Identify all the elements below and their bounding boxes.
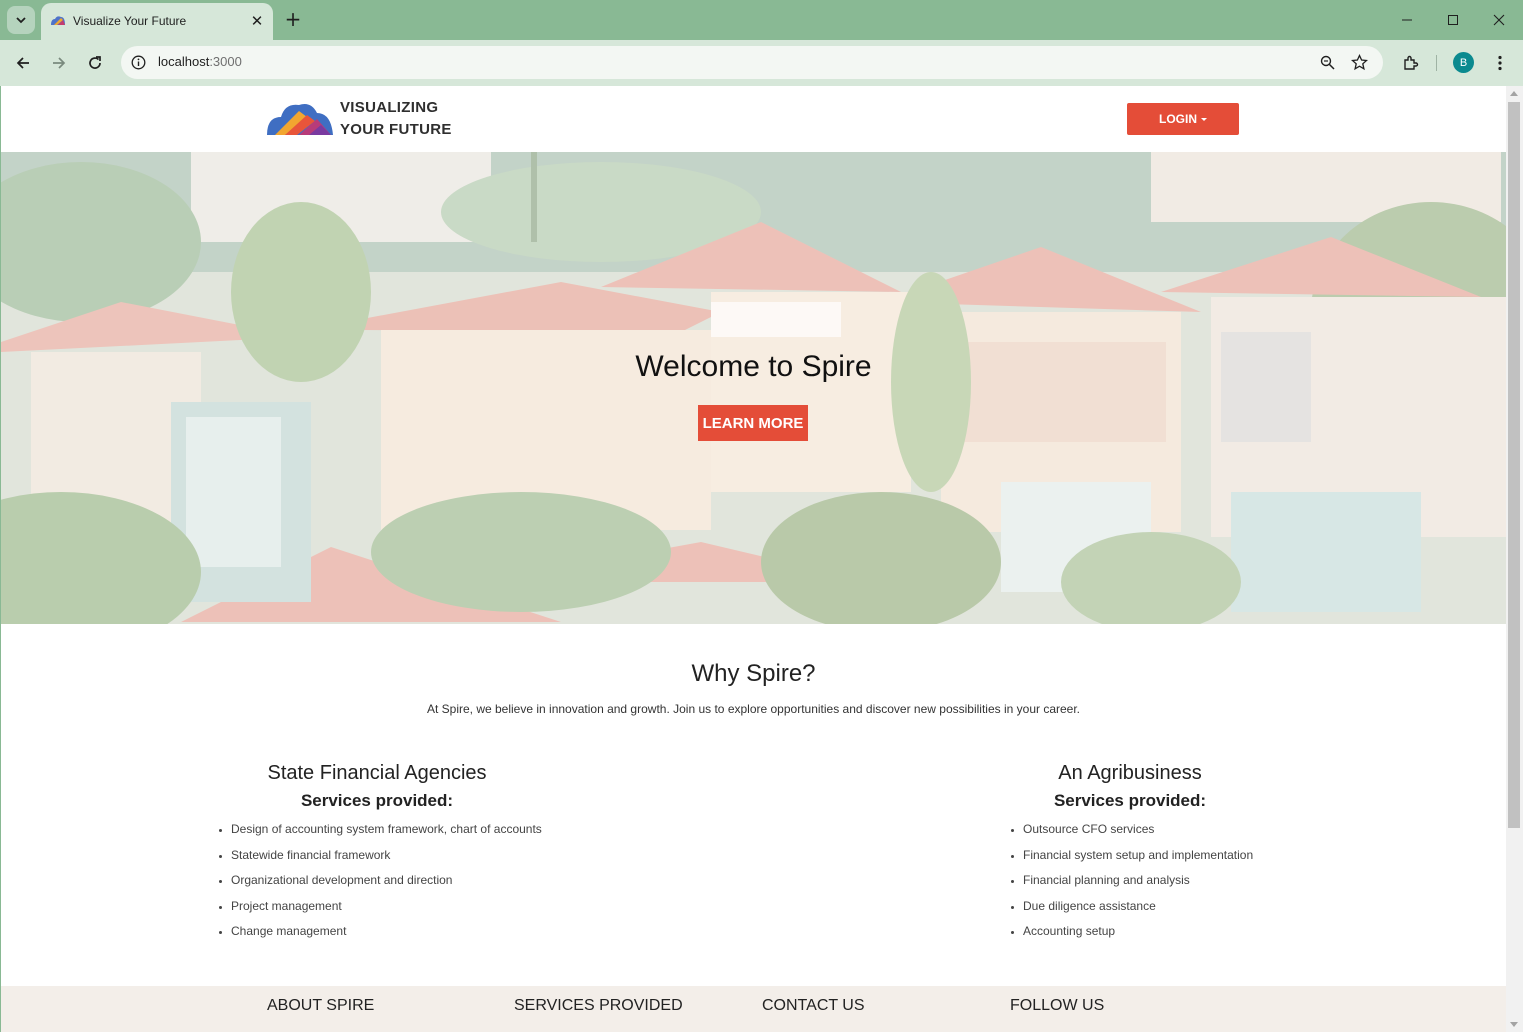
footer-services-link[interactable]: SERVICES PROVIDED — [514, 997, 683, 1015]
brand-name: VISUALIZING YOUR FUTURE — [340, 99, 452, 138]
browser-tab[interactable]: Visualize Your Future ✕ — [41, 3, 273, 40]
url-text: localhost:3000 — [158, 54, 242, 69]
browser-toolbar: localhost:3000 B — [0, 40, 1523, 86]
hero-banner: Welcome to Spire LEARN MORE — [1, 152, 1506, 624]
forward-arrow-icon[interactable] — [47, 51, 71, 75]
new-tab-icon[interactable]: + — [282, 7, 304, 31]
page-scrollbar[interactable] — [1506, 86, 1523, 1032]
list-item: Financial planning and analysis — [1023, 872, 1305, 898]
profile-avatar[interactable]: B — [1453, 52, 1474, 73]
chevron-down-icon — [16, 17, 26, 24]
maximize-icon[interactable] — [1440, 8, 1466, 32]
tab-search-button[interactable] — [7, 6, 35, 34]
list-item: Financial system setup and implementatio… — [1023, 847, 1305, 873]
site-info-icon[interactable] — [131, 55, 146, 70]
service-list: Design of accounting system framework, c… — [213, 821, 553, 949]
zoom-icon[interactable] — [1320, 55, 1335, 70]
footer-about-link[interactable]: ABOUT SPIRE — [267, 997, 374, 1015]
scrollbar-thumb[interactable] — [1508, 102, 1520, 828]
site-favicon-icon — [51, 16, 65, 25]
footer-contact-link[interactable]: CONTACT US — [762, 997, 865, 1015]
list-item: Statewide financial framework — [231, 847, 553, 873]
list-item: Design of accounting system framework, c… — [231, 821, 553, 847]
page-viewport: VISUALIZING YOUR FUTURE LOGIN Welcome to… — [1, 86, 1506, 1032]
why-description: At Spire, we believe in innovation and g… — [426, 702, 1081, 716]
column-subtitle: Services provided: — [300, 791, 454, 810]
column-title: State Financial Agencies — [267, 762, 487, 784]
service-list: Outsource CFO services Financial system … — [1005, 821, 1305, 949]
hero-overlay — [1, 152, 1506, 624]
caret-down-icon — [1201, 117, 1207, 121]
list-item: Due diligence assistance — [1023, 898, 1305, 924]
brand-logo[interactable] — [265, 99, 335, 139]
footer-follow-link[interactable]: FOLLOW US — [1010, 997, 1104, 1015]
services-column-state: State Financial Agencies Services provid… — [213, 762, 553, 949]
more-menu-icon[interactable] — [1488, 51, 1512, 75]
why-title: Why Spire? — [691, 660, 816, 687]
list-item: Accounting setup — [1023, 923, 1305, 949]
services-column-agri: An Agribusiness Services provided: Outso… — [1005, 762, 1305, 949]
login-button[interactable]: LOGIN — [1127, 103, 1239, 135]
toolbar-divider — [1436, 55, 1437, 71]
address-bar[interactable]: localhost:3000 — [121, 46, 1383, 79]
list-item: Outsource CFO services — [1023, 821, 1305, 847]
list-item: Change management — [231, 923, 553, 949]
column-title: An Agribusiness — [1058, 762, 1202, 784]
back-arrow-icon[interactable] — [11, 51, 35, 75]
list-item: Organizational development and direction — [231, 872, 553, 898]
tab-title: Visualize Your Future — [73, 14, 187, 28]
list-item: Project management — [231, 898, 553, 924]
scroll-down-arrow-icon[interactable] — [1510, 1022, 1518, 1027]
learn-more-button[interactable]: LEARN MORE — [698, 405, 808, 441]
hero-title: Welcome to Spire — [635, 350, 872, 383]
browser-tabstrip: Visualize Your Future ✕ + — [0, 0, 1523, 40]
scroll-up-arrow-icon[interactable] — [1510, 91, 1518, 96]
column-subtitle: Services provided: — [1053, 791, 1207, 810]
minimize-icon[interactable] — [1394, 8, 1420, 32]
window-close-icon[interactable] — [1486, 8, 1512, 32]
bookmark-star-icon[interactable] — [1351, 54, 1368, 71]
close-icon[interactable]: ✕ — [247, 11, 267, 31]
reload-icon[interactable] — [83, 51, 107, 75]
site-footer: ABOUT SPIRE SERVICES PROVIDED CONTACT US… — [1, 986, 1506, 1032]
site-header: VISUALIZING YOUR FUTURE LOGIN — [1, 86, 1506, 152]
extensions-icon[interactable] — [1399, 51, 1423, 75]
